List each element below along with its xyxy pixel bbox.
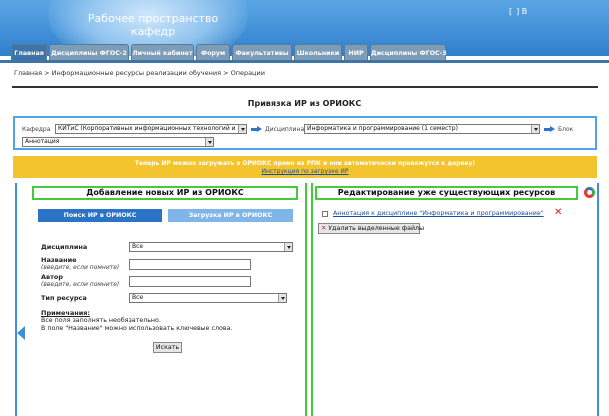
- name-input[interactable]: [129, 259, 251, 270]
- discipline-label: Дисциплина: [265, 126, 305, 133]
- discipline-filter-label: Дисциплина: [41, 243, 88, 251]
- discipline-filter-value: Все: [132, 243, 144, 250]
- author-hint: (введите, если помните): [41, 281, 120, 288]
- block-select-value: Аннотация: [25, 138, 60, 145]
- search-in-orioks-tab[interactable]: Поиск ИР в ОРИОКС: [38, 209, 162, 222]
- tab-disciplines-fgos2[interactable]: Дисциплины ФГОС-2: [49, 44, 129, 61]
- notice-text: Теперь ИР можно загружать в ОРИОКС прямо…: [134, 160, 476, 167]
- site-title-line1: Рабочее пространство: [87, 12, 219, 25]
- note-keywords: В поле "Название" можно использовать клю…: [41, 325, 233, 332]
- search-button[interactable]: Искать: [153, 342, 182, 353]
- page-title: Привязка ИР из ОРИОКС: [247, 99, 362, 108]
- tab-research[interactable]: НИР: [344, 44, 368, 61]
- site-title-line2: кафедр: [130, 25, 176, 38]
- block-label: Блок: [558, 126, 574, 133]
- tab-forum[interactable]: Форум: [196, 44, 230, 61]
- login-bracket-close: ] В: [516, 7, 528, 16]
- chevron-down-icon: [278, 294, 286, 302]
- notice-bar: Теперь ИР можно загружать в ОРИОКС прямо…: [13, 156, 597, 178]
- delete-selected-button[interactable]: ✕ Удалить выделенные файлы: [318, 223, 424, 234]
- tab-electives[interactable]: Факультативы: [232, 44, 292, 61]
- resource-type-label: Тип ресурса: [41, 294, 87, 302]
- delete-resource-icon[interactable]: ✕: [554, 208, 562, 218]
- arrow-right-icon: [544, 126, 555, 132]
- collapse-left-icon[interactable]: [17, 326, 25, 340]
- tab-disciplines-fgos3[interactable]: Дисциплины ФГОС-3: [370, 44, 447, 61]
- resource-link[interactable]: Аннотация к дисциплине "Информатика и пр…: [333, 210, 544, 217]
- resource-type-value: Все: [132, 294, 144, 301]
- chevron-down-icon: [205, 138, 213, 146]
- add-resources-heading: Добавление новых ИР из ОРИОКС: [32, 186, 298, 200]
- upload-instruction-link[interactable]: Инструкция по загрузке ИР: [13, 168, 597, 175]
- selection-panel: Кафедра КИТиС (Корпоративных информацион…: [13, 116, 597, 150]
- discipline-select-value: Информатика и программирование (1 семест…: [307, 125, 458, 132]
- main-nav: Главная Дисциплины ФГОС-2 Личный кабинет…: [0, 44, 609, 61]
- chevron-down-icon: [284, 243, 292, 251]
- name-hint: (введите, если помните): [41, 264, 120, 271]
- delete-selected-label: Удалить выделенные файлы: [328, 225, 425, 232]
- note-optional-fields: Все поля заполнять необязательно.: [41, 317, 161, 324]
- kafedra-label: Кафедра: [22, 126, 51, 133]
- name-label: Название: [41, 256, 77, 264]
- header-separator: [12, 86, 598, 88]
- discipline-filter-select[interactable]: Все: [129, 242, 293, 252]
- upload-to-orioks-tab[interactable]: Загрузка ИР в ОРИОКС: [168, 209, 293, 222]
- edit-resources-heading: Редактирование уже существующих ресурсов: [315, 186, 578, 200]
- resource-type-select[interactable]: Все: [129, 293, 287, 303]
- tab-personal-account[interactable]: Личный кабинет: [131, 44, 194, 61]
- close-icon: ✕: [321, 225, 327, 232]
- tabbar-line: [0, 60, 609, 63]
- tab-home[interactable]: Главная: [11, 44, 47, 61]
- discipline-select[interactable]: Информатика и программирование (1 семест…: [304, 124, 540, 134]
- author-input[interactable]: [129, 276, 251, 287]
- kafedra-select-value: КИТиС (Корпоративных информационных техн…: [58, 125, 247, 132]
- refresh-icon[interactable]: [584, 187, 595, 198]
- notes-title: Примечания:: [41, 309, 91, 317]
- resource-checkbox[interactable]: [322, 211, 328, 217]
- chevron-down-icon: [238, 125, 246, 133]
- arrow-right-icon: [251, 126, 262, 132]
- kafedra-select[interactable]: КИТиС (Корпоративных информационных техн…: [55, 124, 247, 134]
- tab-pupils[interactable]: Школьники: [294, 44, 342, 61]
- author-label: Автор: [41, 273, 64, 281]
- site-title: Рабочее пространство кафедр: [78, 12, 228, 38]
- chevron-down-icon: [531, 125, 539, 133]
- block-select[interactable]: Аннотация: [22, 137, 214, 147]
- breadcrumb: Главная > Информационные ресурсы реализа…: [14, 69, 265, 77]
- login-area: [] В: [509, 7, 527, 16]
